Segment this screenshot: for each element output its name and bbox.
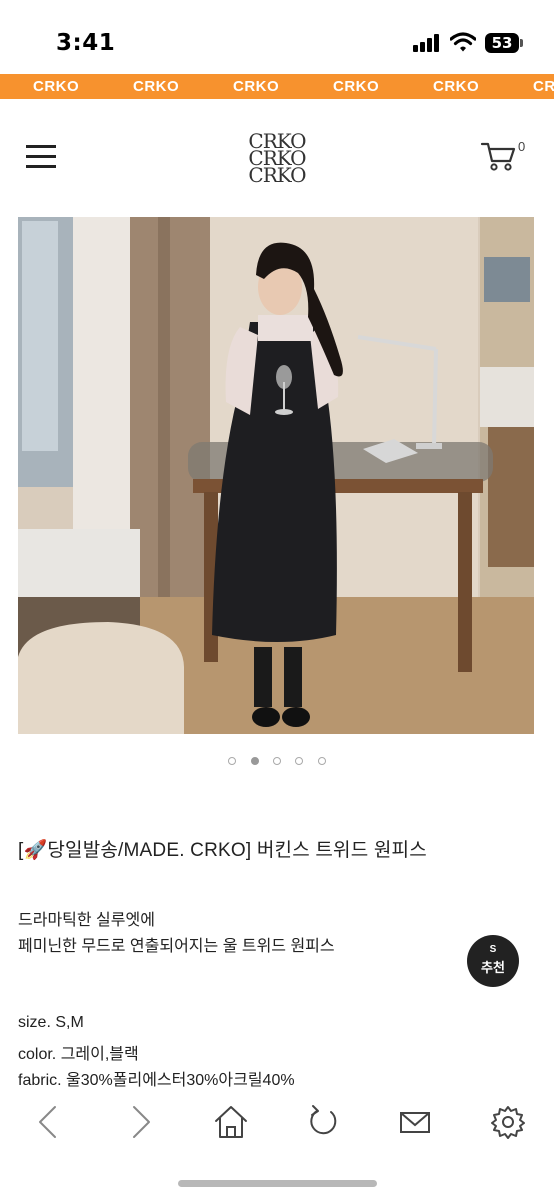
cellular-signal-icon <box>413 34 439 52</box>
cart-count: 0 <box>518 139 526 154</box>
marquee-item: CRKO <box>433 78 480 95</box>
product-image[interactable] <box>18 217 534 734</box>
product-description-line: 페미닌한 무드로 연출되어지는 울 트위드 원피스 <box>18 938 335 955</box>
menu-icon[interactable] <box>26 145 56 169</box>
home-icon[interactable] <box>211 1102 251 1142</box>
carousel-dot[interactable] <box>295 757 304 765</box>
carousel-dot[interactable] <box>228 757 237 765</box>
product-size: size. S,M <box>18 1014 84 1031</box>
site-header: CRKO CRKO CRKO 0 <box>0 99 554 217</box>
mail-icon[interactable] <box>395 1102 435 1142</box>
back-icon[interactable] <box>30 1102 70 1142</box>
logo-line: CRKO <box>248 163 306 187</box>
recommend-button[interactable]: S 추천 <box>467 935 519 987</box>
cart-icon[interactable] <box>480 139 520 173</box>
wifi-icon <box>450 32 476 52</box>
marquee-item: CRKO <box>333 78 380 95</box>
product-title: [🚀당일발송/MADE. CRKO] 버킨스 트위드 원피스 <box>18 840 427 861</box>
marquee-item: CRKO <box>233 78 280 95</box>
product-fabric: fabric. 울30%폴리에스터30%아크릴40% <box>18 1072 295 1089</box>
home-indicator[interactable] <box>178 1180 377 1187</box>
refresh-icon[interactable] <box>303 1102 343 1142</box>
promo-marquee[interactable]: CRKO CRKO CRKO CRKO CRKO CRKO <box>0 74 554 99</box>
site-logo[interactable]: CRKO CRKO CRKO <box>217 131 337 187</box>
product-description-line: 드라마틱한 실루엣에 <box>18 912 155 929</box>
status-bar: 3:41 53 <box>0 0 554 74</box>
settings-icon[interactable] <box>488 1102 528 1142</box>
status-time: 3:41 <box>56 30 116 56</box>
recommend-badge-small: S <box>489 944 497 955</box>
carousel-dot-active[interactable] <box>250 757 259 765</box>
battery-icon: 53 <box>485 33 523 53</box>
forward-icon[interactable] <box>120 1102 160 1142</box>
marquee-item: CRKO <box>133 78 180 95</box>
carousel-dots <box>0 752 554 765</box>
marquee-item: CRKO <box>33 78 80 95</box>
carousel-dot[interactable] <box>273 757 281 765</box>
product-photo <box>18 217 534 734</box>
product-color: color. 그레이,블랙 <box>18 1046 139 1063</box>
carousel-dot[interactable] <box>317 757 326 765</box>
battery-level: 53 <box>491 34 513 52</box>
recommend-badge-label: 추천 <box>481 960 505 975</box>
marquee-item: CRKO <box>533 78 554 95</box>
